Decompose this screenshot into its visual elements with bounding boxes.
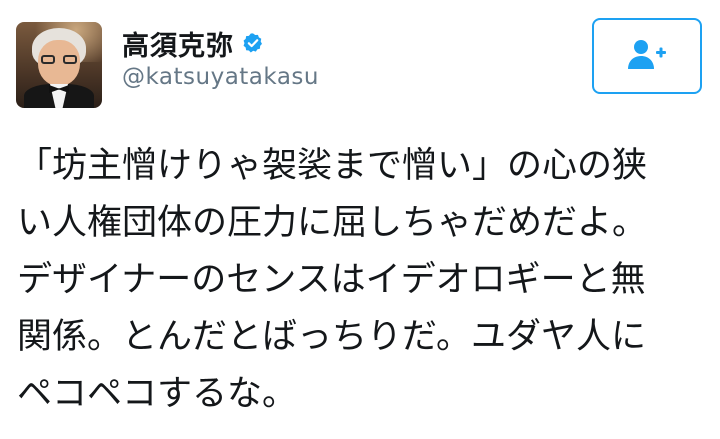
tweet-text-line: 関係。とんだとばっちりだ。ユダヤ人に xyxy=(17,317,646,357)
avatar-glasses xyxy=(41,55,77,64)
user-handle[interactable]: @katsuyatakasu xyxy=(122,64,319,90)
avatar[interactable] xyxy=(16,22,102,108)
verified-badge-icon xyxy=(242,32,264,54)
tweet-text: 「坊主憎けりゃ袈裟まで憎い」の心の狭 い人権団体の圧力に屈しちゃだめだよ。 デザ… xyxy=(17,138,707,423)
tweet-text-line: 「坊主憎けりゃ袈裟まで憎い」の心の狭 xyxy=(17,146,648,186)
name-row: 高須克弥 xyxy=(122,24,264,63)
tweet-text-line: デザイナーのセンスはイデオロギーと無 xyxy=(17,260,646,300)
follow-button[interactable] xyxy=(592,18,702,94)
tweet-text-line: ペコペコするな。 xyxy=(17,374,298,414)
tweet-text-line: い人権団体の圧力に屈しちゃだめだよ。 xyxy=(17,203,648,243)
follow-user-plus-icon xyxy=(627,38,667,74)
tweet-card: 高須克弥 @katsuyatakasu 「坊主憎けりゃ袈裟まで憎い」の心の狭 い… xyxy=(0,0,720,439)
display-name[interactable]: 高須克弥 xyxy=(122,24,234,63)
